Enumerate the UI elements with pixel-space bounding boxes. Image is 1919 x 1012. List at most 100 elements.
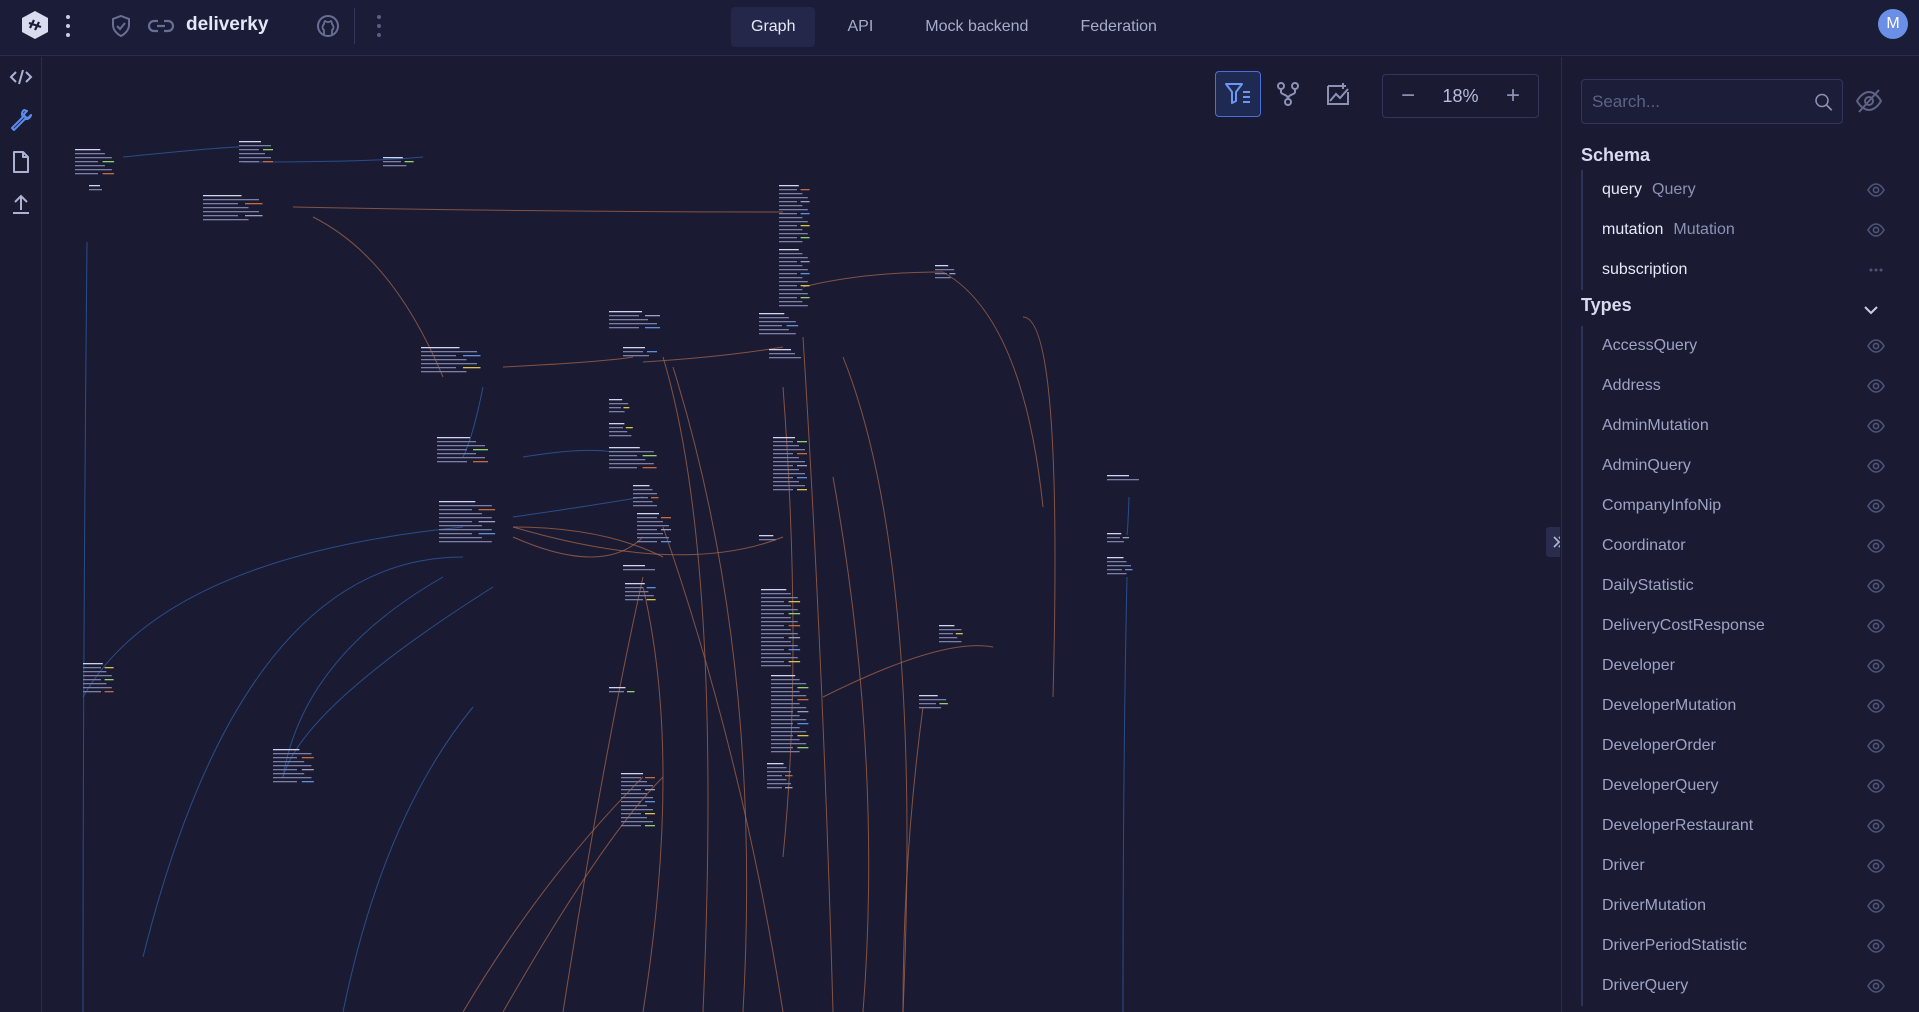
graph-node[interactable] xyxy=(421,347,481,373)
filter-button[interactable] xyxy=(1215,71,1261,117)
zoom-in-button[interactable]: + xyxy=(1500,82,1526,109)
type-item[interactable]: DeveloperMutation xyxy=(1583,686,1885,726)
graph-node[interactable] xyxy=(771,675,809,753)
search-input[interactable] xyxy=(1582,80,1813,123)
eye-icon[interactable] xyxy=(1867,378,1885,394)
graph-node[interactable] xyxy=(633,485,659,507)
eye-off-icon[interactable] xyxy=(1854,86,1884,116)
type-item[interactable]: Address xyxy=(1583,366,1885,406)
graph-node[interactable] xyxy=(939,625,963,643)
shield-icon[interactable] xyxy=(108,13,134,39)
github-icon[interactable] xyxy=(315,13,341,39)
graph-node[interactable] xyxy=(75,149,115,175)
graph-node[interactable] xyxy=(609,311,660,329)
graph-node[interactable] xyxy=(779,185,810,243)
graph-node[interactable] xyxy=(779,249,810,307)
project-name[interactable]: deliverky xyxy=(186,14,268,36)
graph-node[interactable] xyxy=(203,195,263,221)
graph-node[interactable] xyxy=(623,565,655,571)
eye-icon[interactable] xyxy=(1867,222,1885,238)
eye-icon[interactable] xyxy=(1867,418,1885,434)
graph-node[interactable] xyxy=(439,501,496,543)
eye-icon[interactable] xyxy=(1867,698,1885,714)
tab-api[interactable]: API xyxy=(827,7,893,47)
type-item[interactable]: Developer xyxy=(1583,646,1885,686)
graph-node[interactable] xyxy=(83,663,114,693)
toggle-sidebar-button[interactable] xyxy=(1546,527,1560,557)
schema-row-query[interactable]: query Query xyxy=(1583,170,1885,210)
graph-node[interactable] xyxy=(609,687,635,693)
eye-icon[interactable] xyxy=(1867,938,1885,954)
graph-node[interactable] xyxy=(609,399,630,413)
eye-icon[interactable] xyxy=(1867,538,1885,554)
tab-federation[interactable]: Federation xyxy=(1060,7,1177,47)
schema-root-type[interactable]: Mutation xyxy=(1673,221,1734,239)
graph-node[interactable] xyxy=(919,695,948,709)
eye-icon[interactable] xyxy=(1867,978,1885,994)
image-export-button[interactable] xyxy=(1315,71,1361,117)
link-icon[interactable] xyxy=(146,13,176,39)
graph-node[interactable] xyxy=(1107,475,1139,481)
upload-icon[interactable] xyxy=(9,192,33,216)
graph-node[interactable] xyxy=(609,423,633,437)
eye-icon[interactable] xyxy=(1867,338,1885,354)
eye-icon[interactable] xyxy=(1867,738,1885,754)
type-item[interactable]: DeveloperRestaurant xyxy=(1583,806,1885,846)
type-item[interactable]: Driver xyxy=(1583,846,1885,886)
eye-icon[interactable] xyxy=(1867,618,1885,634)
type-item[interactable]: DriverQuery xyxy=(1583,966,1885,1006)
branch-layout-button[interactable] xyxy=(1265,71,1311,117)
eye-icon[interactable] xyxy=(1867,818,1885,834)
type-item[interactable]: Coordinator xyxy=(1583,526,1885,566)
eye-icon[interactable] xyxy=(1867,578,1885,594)
graph-node[interactable] xyxy=(769,349,801,359)
eye-icon[interactable] xyxy=(1867,898,1885,914)
graph-node[interactable] xyxy=(239,141,273,163)
user-avatar[interactable]: M xyxy=(1878,9,1908,39)
more-options-button[interactable] xyxy=(373,15,385,37)
code-icon[interactable] xyxy=(9,65,33,89)
graph-node[interactable] xyxy=(1107,557,1133,575)
schema-row-subscription[interactable]: subscription xyxy=(1583,250,1885,290)
types-section-title[interactable]: Types xyxy=(1581,295,1632,316)
type-item[interactable]: DeliveryCostResponse xyxy=(1583,606,1885,646)
eye-icon[interactable] xyxy=(1867,778,1885,794)
eye-icon[interactable] xyxy=(1867,498,1885,514)
graph-node[interactable] xyxy=(761,589,801,667)
type-item[interactable]: DeveloperQuery xyxy=(1583,766,1885,806)
graph-canvas[interactable]: − 18% + xyxy=(43,57,1560,1012)
chevron-down-icon[interactable] xyxy=(1862,301,1880,319)
eye-icon[interactable] xyxy=(1867,858,1885,874)
graph-node[interactable] xyxy=(759,313,799,335)
document-icon[interactable] xyxy=(9,150,33,174)
graph-node[interactable] xyxy=(609,447,657,469)
tab-graph[interactable]: Graph xyxy=(731,7,816,47)
graph-node[interactable] xyxy=(637,513,671,543)
graph-node[interactable] xyxy=(273,749,314,783)
graph-node[interactable] xyxy=(623,347,657,357)
schema-graph[interactable] xyxy=(43,57,1560,1012)
type-item[interactable]: AccessQuery xyxy=(1583,326,1885,366)
graph-node[interactable] xyxy=(773,437,807,491)
app-logo-icon[interactable] xyxy=(20,10,50,40)
tab-mock-backend[interactable]: Mock backend xyxy=(905,7,1048,47)
type-item[interactable]: DeveloperOrder xyxy=(1583,726,1885,766)
graph-node[interactable] xyxy=(625,583,656,601)
eye-icon[interactable] xyxy=(1867,458,1885,474)
search-icon[interactable] xyxy=(1813,88,1834,116)
type-item[interactable]: DriverPeriodStatistic xyxy=(1583,926,1885,966)
type-item[interactable]: DriverMutation xyxy=(1583,886,1885,926)
more-icon[interactable] xyxy=(1867,262,1885,278)
type-item[interactable]: AdminMutation xyxy=(1583,406,1885,446)
type-item[interactable]: DailyStatistic xyxy=(1583,566,1885,606)
main-menu-button[interactable] xyxy=(62,15,74,37)
wrench-icon[interactable] xyxy=(9,107,33,131)
schema-row-mutation[interactable]: mutation Mutation xyxy=(1583,210,1885,250)
graph-node[interactable] xyxy=(759,535,776,541)
eye-icon[interactable] xyxy=(1867,182,1885,198)
graph-node[interactable] xyxy=(1107,533,1130,543)
eye-icon[interactable] xyxy=(1867,658,1885,674)
graph-node[interactable] xyxy=(437,437,488,463)
type-item[interactable]: CompanyInfoNip xyxy=(1583,486,1885,526)
graph-node[interactable] xyxy=(89,185,102,191)
